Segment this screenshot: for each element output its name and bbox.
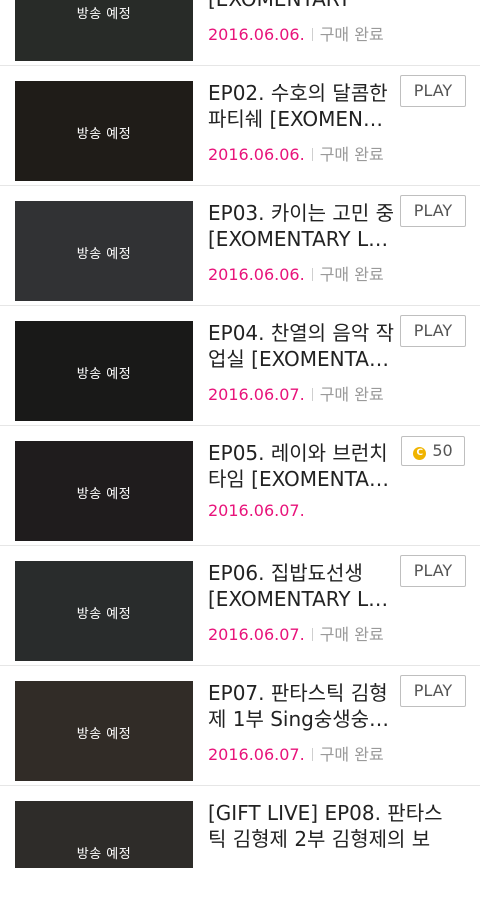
list-item[interactable]: 방송 예정 EP05. 레이와 브런치 타임 [EXOMENTA… 2016.0… [0,426,480,546]
purchase-status: 구매 완료 [319,145,384,164]
list-item[interactable]: 방송 예정 EP04. 찬열의 음악 작업실 [EXOMENTA… 2016.0… [0,306,480,426]
episode-title[interactable]: EP01. 수호의 첫 번째 [EXOMENTARY LIVE] [208,0,398,12]
list-item[interactable]: 방송 예정 EP01. 수호의 첫 번째 [EXOMENTARY LIVE] 2… [0,0,480,66]
play-button[interactable]: PLAY [400,675,466,707]
divider [311,388,313,401]
coin-icon: C [413,447,427,460]
divider [311,148,313,161]
episode-thumbnail[interactable]: 방송 예정 [15,441,193,541]
status-badge: 방송 예정 [76,7,132,22]
episode-date: 2016.06.06. [208,25,305,44]
episode-thumbnail[interactable]: 방송 예정 [15,321,193,421]
status-badge: 방송 예정 [76,247,132,262]
play-button[interactable]: PLAY [400,75,466,107]
episode-meta: 2016.06.06. 구매 완료 [208,141,384,165]
buy-button[interactable]: C 50 [401,436,465,466]
purchase-status: 구매 완료 [319,265,384,284]
episode-thumbnail[interactable]: 방송 예정 [15,0,193,61]
status-badge: 방송 예정 [76,127,132,142]
episode-title[interactable]: [GIFT LIVE] EP08. 판타스틱 김형제 2부 김형제의 보이… [208,800,458,852]
list-item[interactable]: 방송 예정 EP07. 판타스틱 김형제 1부 Sing숭생숭… 2016.06… [0,666,480,786]
list-item[interactable]: 방송 예정 [GIFT LIVE] EP08. 판타스틱 김형제 2부 김형제의… [0,786,480,906]
episode-meta: 2016.06.06. 구매 완료 [208,261,384,285]
divider [311,628,313,641]
purchase-status: 구매 완료 [319,385,384,404]
price-label: 50 [432,441,453,460]
episode-date: 2016.06.06. [208,145,305,164]
episode-thumbnail[interactable]: 방송 예정 [15,801,193,868]
divider [311,748,313,761]
list-item[interactable]: 방송 예정 EP02. 수호의 달콤한 파티쉐 [EXOMEN… 2016.06… [0,66,480,186]
episode-date: 2016.06.07. [208,385,305,404]
status-badge: 방송 예정 [76,727,132,742]
status-badge: 방송 예정 [76,367,132,382]
episode-title[interactable]: EP02. 수호의 달콤한 파티쉐 [EXOMEN… [208,80,398,132]
episode-date: 2016.06.06. [208,265,305,284]
divider [311,268,313,281]
play-button[interactable]: PLAY [400,555,466,587]
episode-thumbnail[interactable]: 방송 예정 [15,201,193,301]
episode-meta: 2016.06.07. 구매 완료 [208,741,384,765]
episode-list: 방송 예정 EP01. 수호의 첫 번째 [EXOMENTARY LIVE] 2… [0,0,480,868]
episode-title[interactable]: EP04. 찬열의 음악 작업실 [EXOMENTA… [208,320,398,372]
list-item[interactable]: 방송 예정 EP03. 카이는 고민 중 [EXOMENTARY L… 2016… [0,186,480,306]
status-badge: 방송 예정 [76,607,132,622]
purchase-status: 구매 완료 [319,25,384,44]
episode-meta: 2016.06.07. 구매 완료 [208,621,384,645]
status-badge: 방송 예정 [76,487,132,502]
episode-title[interactable]: EP03. 카이는 고민 중 [EXOMENTARY L… [208,200,398,252]
purchase-status: 구매 완료 [319,745,384,764]
episode-meta: 2016.06.06. 구매 완료 [208,21,384,45]
divider [311,28,313,41]
episode-title[interactable]: EP05. 레이와 브런치 타임 [EXOMENTA… [208,440,398,492]
episode-date: 2016.06.07. [208,501,305,520]
episode-thumbnail[interactable]: 방송 예정 [15,561,193,661]
episode-date: 2016.06.07. [208,625,305,644]
list-item[interactable]: 방송 예정 EP06. 집밥됴선생 [EXOMENTARY L… 2016.06… [0,546,480,666]
episode-thumbnail[interactable]: 방송 예정 [15,681,193,781]
episode-meta: 2016.06.07. [208,501,305,520]
episode-meta: 2016.06.07. 구매 완료 [208,381,384,405]
play-button[interactable]: PLAY [400,195,466,227]
play-button[interactable]: PLAY [400,315,466,347]
episode-thumbnail[interactable]: 방송 예정 [15,81,193,181]
episode-date: 2016.06.07. [208,745,305,764]
episode-title[interactable]: EP06. 집밥됴선생 [EXOMENTARY L… [208,560,398,612]
purchase-status: 구매 완료 [319,625,384,644]
episode-title[interactable]: EP07. 판타스틱 김형제 1부 Sing숭생숭… [208,680,398,732]
